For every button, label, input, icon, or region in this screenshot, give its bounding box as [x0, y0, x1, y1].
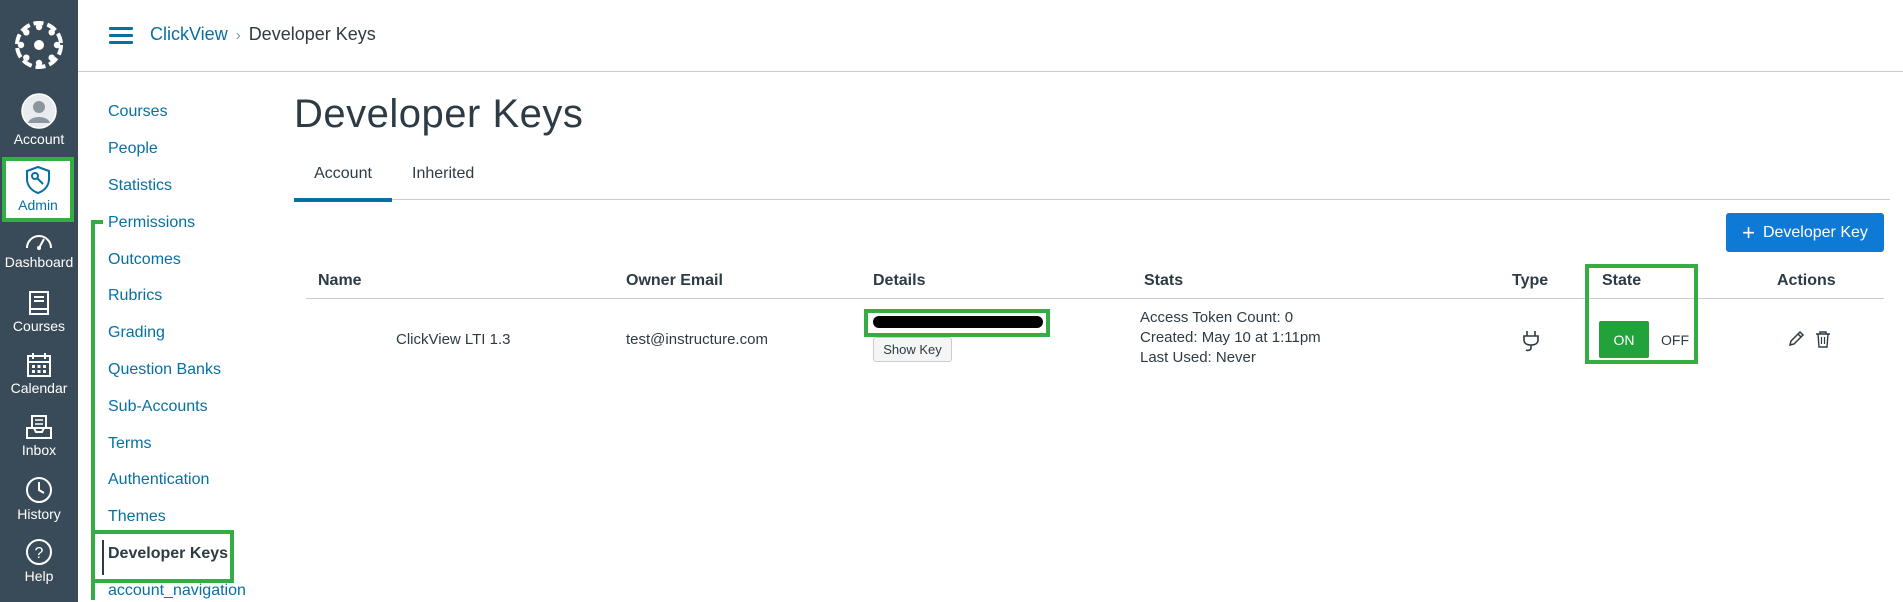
- annotation-line-top: [91, 220, 103, 224]
- tab-inherited[interactable]: Inherited: [412, 165, 474, 183]
- table-header: Name Owner Email Details Stats Type Stat…: [306, 270, 1884, 299]
- section-nav-people[interactable]: People: [108, 140, 158, 158]
- section-nav-statistics[interactable]: Statistics: [108, 177, 172, 195]
- global-nav-inbox[interactable]: Inbox: [0, 414, 78, 458]
- global-nav-calendar-label: Calendar: [10, 380, 68, 396]
- tab-account[interactable]: Account: [294, 165, 392, 202]
- created-date: Created: May 10 at 1:11pm: [1140, 329, 1321, 346]
- inbox-icon: [26, 415, 52, 439]
- help-question-icon: ?: [26, 539, 52, 565]
- section-nav-grading[interactable]: Grading: [108, 324, 165, 342]
- avatar-icon: [21, 93, 57, 129]
- redacted-key-value: [873, 316, 1043, 328]
- section-nav-terms[interactable]: Terms: [108, 435, 152, 453]
- section-nav-authentication[interactable]: Authentication: [108, 471, 209, 489]
- section-nav-themes[interactable]: Themes: [108, 508, 166, 526]
- tab-bar: Account Inherited: [294, 160, 1890, 202]
- col-header-owner-email[interactable]: Owner Email: [626, 272, 723, 290]
- edit-pencil-icon[interactable]: [1787, 330, 1805, 348]
- section-nav-sub-accounts[interactable]: Sub-Accounts: [108, 398, 208, 416]
- col-header-state: State: [1602, 272, 1642, 289]
- global-nav-inbox-label: Inbox: [21, 442, 57, 458]
- last-used: Last Used: Never: [1140, 349, 1256, 366]
- global-nav-account[interactable]: Account: [0, 93, 78, 147]
- hamburger-menu-icon[interactable]: [109, 27, 133, 45]
- lti-plug-icon: [1523, 331, 1539, 352]
- state-off-button[interactable]: OFF: [1658, 321, 1692, 358]
- global-nav-help[interactable]: ? Help: [0, 538, 78, 584]
- show-key-button[interactable]: Show Key: [873, 337, 952, 362]
- breadcrumb-current: Developer Keys: [248, 24, 376, 44]
- breadcrumb-clickview-link[interactable]: ClickView: [150, 24, 228, 44]
- breadcrumb-chevron-icon: ›: [235, 27, 241, 44]
- global-nav-history-label: History: [17, 506, 61, 522]
- section-nav-outcomes[interactable]: Outcomes: [108, 251, 181, 269]
- state-on-button[interactable]: ON: [1599, 321, 1649, 358]
- admin-shield-icon: [26, 165, 50, 195]
- svg-text:?: ?: [35, 545, 44, 562]
- section-nav-account-navigation[interactable]: account_navigation: [108, 582, 246, 600]
- section-nav-developer-keys[interactable]: Developer Keys: [108, 545, 228, 563]
- add-developer-key-button[interactable]: + Developer Key: [1726, 213, 1884, 252]
- global-nav-admin-label: Admin: [18, 197, 58, 213]
- global-nav-history[interactable]: History: [0, 476, 78, 522]
- col-header-actions: Actions: [1777, 272, 1836, 289]
- calendar-icon: [27, 353, 51, 377]
- breadcrumb: ClickView › Developer Keys: [150, 24, 376, 45]
- global-nav-courses-label: Courses: [12, 318, 66, 334]
- add-developer-key-label: Developer Key: [1762, 223, 1868, 241]
- plus-icon: +: [1742, 219, 1755, 245]
- col-header-name[interactable]: Name: [318, 272, 362, 290]
- global-nav-admin[interactable]: Admin: [4, 160, 72, 218]
- section-nav-courses[interactable]: Courses: [108, 103, 168, 121]
- page-title: Developer Keys: [294, 92, 584, 136]
- courses-book-icon: [29, 291, 49, 315]
- page-header: ClickView › Developer Keys: [78, 0, 1903, 72]
- annotation-line-nav: [91, 220, 95, 600]
- history-clock-icon: [26, 477, 52, 503]
- active-nav-indicator: [102, 540, 104, 575]
- global-nav-dashboard-label: Dashboard: [4, 254, 74, 270]
- global-nav-courses[interactable]: Courses: [0, 290, 78, 334]
- global-nav-help-label: Help: [24, 568, 54, 584]
- section-nav-question-banks[interactable]: Question Banks: [108, 361, 221, 379]
- global-nav-account-label: Account: [13, 131, 65, 147]
- key-stats: Access Token Count: 0 Created: May 10 at…: [1140, 308, 1321, 368]
- access-token-count: Access Token Count: 0: [1140, 309, 1294, 326]
- col-header-details: Details: [873, 272, 926, 289]
- col-header-type: Type: [1512, 272, 1549, 289]
- global-nav: Account Admin Dashboard Courses Calendar…: [0, 0, 78, 602]
- key-name: ClickView LTI 1.3: [396, 331, 511, 348]
- owner-email: test@instructure.com: [626, 331, 768, 348]
- dashboard-icon: [26, 235, 52, 250]
- section-nav-rubrics[interactable]: Rubrics: [108, 287, 162, 305]
- canvas-logo-icon[interactable]: [13, 19, 65, 71]
- delete-trash-icon[interactable]: [1815, 330, 1831, 348]
- col-header-stats: Stats: [1144, 272, 1184, 289]
- global-nav-dashboard[interactable]: Dashboard: [0, 230, 78, 270]
- section-nav-permissions[interactable]: Permissions: [108, 214, 195, 232]
- global-nav-calendar[interactable]: Calendar: [0, 352, 78, 396]
